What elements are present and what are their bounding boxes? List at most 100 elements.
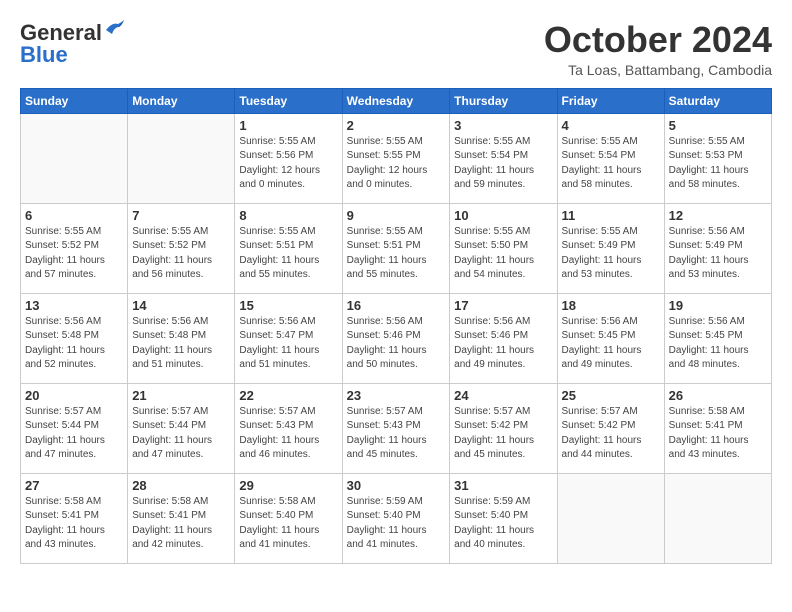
page-header: General Blue October 2024 Ta Loas, Batta…: [20, 20, 772, 78]
calendar-cell: 21 Sunrise: 5:57 AM Sunset: 5:44 PM Dayli…: [128, 383, 235, 473]
calendar-cell: 1Sunrise: 5:55 AM Sunset: 5:56 PM Daylig…: [235, 113, 342, 203]
calendar-week-row: 1Sunrise: 5:55 AM Sunset: 5:56 PM Daylig…: [21, 113, 772, 203]
day-info: Sunrise: 5:58 AM Sunset: 5:40 PM Dayligh…: [239, 495, 337, 553]
day-number: 19: [669, 298, 767, 313]
day-info: Sunrise: 5:55 AM Sunset: 5:55 PM Dayligh…: [347, 135, 446, 193]
day-info: Sunrise: 5:55 AM Sunset: 5:51 PM Dayligh…: [347, 225, 446, 283]
day-number: 22: [239, 388, 337, 403]
day-header-monday: Monday: [128, 88, 235, 113]
calendar-cell: [128, 113, 235, 203]
calendar-cell: 4 Sunrise: 5:55 AM Sunset: 5:54 PM Daylig…: [557, 113, 664, 203]
calendar-cell: 29 Sunrise: 5:58 AM Sunset: 5:40 PM Dayli…: [235, 473, 342, 563]
title-section: October 2024 Ta Loas, Battambang, Cambod…: [544, 20, 772, 78]
day-number: 23: [347, 388, 446, 403]
day-number: 15: [239, 298, 337, 313]
day-info: Sunrise: 5:57 AM Sunset: 5:42 PM Dayligh…: [562, 405, 660, 463]
day-info: Sunrise: 5:55 AM Sunset: 5:52 PM Dayligh…: [25, 225, 123, 283]
day-number: 16: [347, 298, 446, 313]
day-info: Sunrise: 5:56 AM Sunset: 5:48 PM Dayligh…: [132, 315, 230, 373]
calendar-cell: 10Sunrise: 5:55 AM Sunset: 5:50 PM Dayli…: [450, 203, 557, 293]
day-number: 20: [25, 388, 123, 403]
calendar-week-row: 27 Sunrise: 5:58 AM Sunset: 5:41 PM Dayli…: [21, 473, 772, 563]
day-info: Sunrise: 5:56 AM Sunset: 5:47 PM Dayligh…: [239, 315, 337, 373]
month-title: October 2024: [544, 20, 772, 60]
day-info: Sunrise: 5:57 AM Sunset: 5:44 PM Dayligh…: [132, 405, 230, 463]
day-info: Sunrise: 5:56 AM Sunset: 5:46 PM Dayligh…: [347, 315, 446, 373]
day-info: Sunrise: 5:55 AM Sunset: 5:49 PM Dayligh…: [562, 225, 660, 283]
day-number: 11: [562, 208, 660, 223]
day-info: Sunrise: 5:57 AM Sunset: 5:42 PM Dayligh…: [454, 405, 552, 463]
day-header-wednesday: Wednesday: [342, 88, 450, 113]
calendar-cell: 23 Sunrise: 5:57 AM Sunset: 5:43 PM Dayli…: [342, 383, 450, 473]
logo-blue-text: Blue: [20, 42, 68, 68]
calendar-cell: 7 Sunrise: 5:55 AM Sunset: 5:52 PM Daylig…: [128, 203, 235, 293]
day-info: Sunrise: 5:59 AM Sunset: 5:40 PM Dayligh…: [454, 495, 552, 553]
calendar-cell: 13Sunrise: 5:56 AM Sunset: 5:48 PM Dayli…: [21, 293, 128, 383]
calendar-cell: 14 Sunrise: 5:56 AM Sunset: 5:48 PM Dayli…: [128, 293, 235, 383]
calendar-cell: 30Sunrise: 5:59 AM Sunset: 5:40 PM Dayli…: [342, 473, 450, 563]
calendar-cell: 26Sunrise: 5:58 AM Sunset: 5:41 PM Dayli…: [664, 383, 771, 473]
calendar-cell: 22 Sunrise: 5:57 AM Sunset: 5:43 PM Dayli…: [235, 383, 342, 473]
day-info: Sunrise: 5:55 AM Sunset: 5:52 PM Dayligh…: [132, 225, 230, 283]
calendar-cell: 28 Sunrise: 5:58 AM Sunset: 5:41 PM Dayli…: [128, 473, 235, 563]
calendar-cell: 3Sunrise: 5:55 AM Sunset: 5:54 PM Daylig…: [450, 113, 557, 203]
day-number: 9: [347, 208, 446, 223]
day-info: Sunrise: 5:56 AM Sunset: 5:46 PM Dayligh…: [454, 315, 552, 373]
day-number: 4: [562, 118, 660, 133]
calendar-cell: 5 Sunrise: 5:55 AM Sunset: 5:53 PM Daylig…: [664, 113, 771, 203]
day-info: Sunrise: 5:57 AM Sunset: 5:43 PM Dayligh…: [239, 405, 337, 463]
day-number: 28: [132, 478, 230, 493]
day-info: Sunrise: 5:57 AM Sunset: 5:44 PM Dayligh…: [25, 405, 123, 463]
day-header-friday: Friday: [557, 88, 664, 113]
day-header-saturday: Saturday: [664, 88, 771, 113]
calendar-week-row: 6 Sunrise: 5:55 AM Sunset: 5:52 PM Daylig…: [21, 203, 772, 293]
calendar-week-row: 20 Sunrise: 5:57 AM Sunset: 5:44 PM Dayli…: [21, 383, 772, 473]
day-info: Sunrise: 5:56 AM Sunset: 5:49 PM Dayligh…: [669, 225, 767, 283]
day-number: 26: [669, 388, 767, 403]
day-header-sunday: Sunday: [21, 88, 128, 113]
calendar-table: SundayMondayTuesdayWednesdayThursdayFrid…: [20, 88, 772, 564]
calendar-cell: 19Sunrise: 5:56 AM Sunset: 5:45 PM Dayli…: [664, 293, 771, 383]
day-number: 31: [454, 478, 552, 493]
day-number: 29: [239, 478, 337, 493]
calendar-week-row: 13Sunrise: 5:56 AM Sunset: 5:48 PM Dayli…: [21, 293, 772, 383]
day-number: 21: [132, 388, 230, 403]
calendar-cell: 18Sunrise: 5:56 AM Sunset: 5:45 PM Dayli…: [557, 293, 664, 383]
day-number: 1: [239, 118, 337, 133]
calendar-cell: 12 Sunrise: 5:56 AM Sunset: 5:49 PM Dayli…: [664, 203, 771, 293]
day-info: Sunrise: 5:58 AM Sunset: 5:41 PM Dayligh…: [132, 495, 230, 553]
day-info: Sunrise: 5:56 AM Sunset: 5:48 PM Dayligh…: [25, 315, 123, 373]
day-number: 25: [562, 388, 660, 403]
calendar-cell: [21, 113, 128, 203]
calendar-cell: 15 Sunrise: 5:56 AM Sunset: 5:47 PM Dayli…: [235, 293, 342, 383]
day-number: 2: [347, 118, 446, 133]
logo-bird-icon: [104, 20, 126, 38]
day-header-tuesday: Tuesday: [235, 88, 342, 113]
calendar-cell: 16 Sunrise: 5:56 AM Sunset: 5:46 PM Dayli…: [342, 293, 450, 383]
calendar-cell: 2 Sunrise: 5:55 AM Sunset: 5:55 PM Daylig…: [342, 113, 450, 203]
day-info: Sunrise: 5:55 AM Sunset: 5:54 PM Dayligh…: [562, 135, 660, 193]
day-number: 12: [669, 208, 767, 223]
calendar-cell: 27 Sunrise: 5:58 AM Sunset: 5:41 PM Dayli…: [21, 473, 128, 563]
day-info: Sunrise: 5:57 AM Sunset: 5:43 PM Dayligh…: [347, 405, 446, 463]
calendar-cell: 20 Sunrise: 5:57 AM Sunset: 5:44 PM Dayli…: [21, 383, 128, 473]
day-number: 27: [25, 478, 123, 493]
day-number: 7: [132, 208, 230, 223]
calendar-cell: [664, 473, 771, 563]
calendar-cell: 8Sunrise: 5:55 AM Sunset: 5:51 PM Daylig…: [235, 203, 342, 293]
day-number: 6: [25, 208, 123, 223]
calendar-cell: 17 Sunrise: 5:56 AM Sunset: 5:46 PM Dayli…: [450, 293, 557, 383]
day-number: 5: [669, 118, 767, 133]
day-info: Sunrise: 5:55 AM Sunset: 5:50 PM Dayligh…: [454, 225, 552, 283]
calendar-cell: 24Sunrise: 5:57 AM Sunset: 5:42 PM Dayli…: [450, 383, 557, 473]
day-info: Sunrise: 5:56 AM Sunset: 5:45 PM Dayligh…: [562, 315, 660, 373]
day-number: 30: [347, 478, 446, 493]
day-number: 14: [132, 298, 230, 313]
day-number: 3: [454, 118, 552, 133]
day-number: 17: [454, 298, 552, 313]
calendar-cell: [557, 473, 664, 563]
calendar-header-row: SundayMondayTuesdayWednesdayThursdayFrid…: [21, 88, 772, 113]
day-info: Sunrise: 5:58 AM Sunset: 5:41 PM Dayligh…: [25, 495, 123, 553]
day-info: Sunrise: 5:55 AM Sunset: 5:53 PM Dayligh…: [669, 135, 767, 193]
day-number: 8: [239, 208, 337, 223]
